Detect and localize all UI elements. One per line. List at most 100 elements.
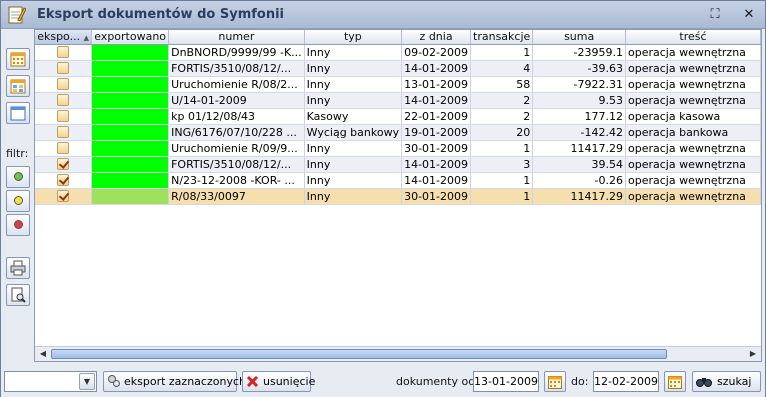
date-from-calendar-button[interactable] [544,371,566,392]
export-selected-button[interactable]: eksport zaznaczonych [103,371,246,392]
column-header-tresc[interactable]: treść [625,30,761,45]
scroll-left-icon[interactable]: ◀ [36,348,50,360]
export-checkbox-cell[interactable] [35,156,93,173]
tresc-cell: operacja kasowa [625,108,761,125]
column-header-transakcje[interactable]: transakcje [470,30,534,45]
date-from-field[interactable]: 13-01-2009 [473,371,539,392]
search-button[interactable]: szukaj [692,371,761,392]
export-checkbox-cell[interactable] [35,140,93,157]
suma-cell: -142.42 [532,124,626,141]
empty-row [35,330,761,346]
checkbox-unchecked[interactable] [57,61,70,74]
table-row[interactable]: FORTIS/3510/08/12/... Inny 14-01-2009 4 -39.… [35,60,761,77]
date-to-calendar-button[interactable] [664,371,686,392]
close-icon[interactable]: ✕ [741,7,757,23]
empty-cell [471,283,533,299]
empty-cell [169,299,305,315]
print-button[interactable] [6,257,30,279]
transakcje-cell: 20 [470,124,534,141]
filter-yellow-button[interactable] [6,190,30,212]
table-row[interactable]: FORTIS/3510/08/12/... Inny 14-01-2009 3 39.5… [35,156,761,173]
export-checkbox-cell[interactable] [35,76,93,93]
column-header-eksport[interactable]: ekspo... ▲ [35,30,93,45]
empty-cell [626,315,761,331]
checkbox-unchecked[interactable] [57,109,70,122]
empty-cell [35,204,92,220]
chevron-down-icon[interactable]: ▼ [79,373,95,390]
empty-cell [402,236,471,252]
table-row[interactable]: DnBNORD/9999/99 -K... Inny 09-02-2009 1 -239… [35,44,761,61]
transakcje-cell: 58 [470,76,534,93]
checkbox-unchecked[interactable] [57,125,70,138]
checkbox-checked[interactable] [57,189,70,202]
export-window: Eksport dokumentów do Symfonii ⛶ ✕ filtr… [0,0,766,397]
empty-cell [169,204,305,220]
green-led-icon [14,172,23,181]
empty-row [35,267,761,283]
empty-cell [402,299,471,315]
empty-cell [626,299,761,315]
export-checkbox-cell[interactable] [35,108,93,125]
exported-status-cell [91,188,170,205]
transakcje-cell: 1 [470,172,534,189]
export-checkbox-cell[interactable] [35,172,93,189]
checkbox-unchecked[interactable] [57,93,70,106]
empty-cell [471,299,533,315]
documents-grid[interactable]: ekspo... ▲ exportowano numer typ z dnia … [34,29,762,362]
empty-cell [626,220,761,236]
column-header-exportowano[interactable]: exportowano [91,30,170,45]
empty-row [35,204,761,220]
suma-cell: 177.12 [532,108,626,125]
exported-status-cell [91,60,170,77]
checkbox-checked[interactable] [57,157,70,170]
restore-icon[interactable]: ⛶ [707,7,723,23]
table-row[interactable]: Uruchomienie R/09/9... Inny 30-01-2009 1 114… [35,140,761,157]
from-label: dokumenty od: [396,375,479,388]
filter-green-button[interactable] [6,166,30,188]
delete-button[interactable]: usunięcie [242,371,315,392]
checkbox-unchecked[interactable] [57,45,70,58]
checkbox-unchecked[interactable] [57,141,70,154]
export-checkbox-cell[interactable] [35,124,93,141]
export-checkbox-cell[interactable] [35,60,93,77]
typ-cell: Inny [304,76,403,93]
horizontal-scrollbar[interactable]: ◀ ▶ [35,346,761,361]
column-header-typ[interactable]: typ [304,30,403,45]
table-row[interactable]: N/23-12-2008 -KOR- ... Inny 14-01-2009 1 -0.… [35,172,761,189]
export-checkbox-cell[interactable] [35,92,93,109]
table-row[interactable]: kp 01/12/08/43 Kasowy 22-01-2009 2 177.12 ope… [35,108,761,125]
empty-cell [304,220,401,236]
calendar-button[interactable] [6,48,30,70]
export-checkbox-cell[interactable] [35,44,93,61]
checkbox-unchecked[interactable] [57,77,70,90]
grid-button[interactable] [6,75,30,97]
empty-cell [471,251,533,267]
scrollbar-thumb[interactable] [51,349,667,359]
column-header-suma[interactable]: suma [532,30,626,45]
table-row[interactable]: ING/6176/07/10/228 ... Wyciąg bankowy 19-0… [35,124,761,141]
empty-cell [169,315,305,331]
scroll-right-icon[interactable]: ▶ [746,348,760,360]
empty-cell [471,220,533,236]
table-row[interactable]: Uruchomienie R/08/2... Inny 13-01-2009 58 -7… [35,76,761,93]
action-combo[interactable]: ▼ [4,371,97,392]
print-preview-button[interactable] [6,284,30,306]
transakcje-cell: 1 [470,44,534,61]
checkbox-checked[interactable] [57,173,70,186]
empty-cell [35,299,92,315]
window-button[interactable] [6,102,30,124]
table-row[interactable]: R/08/33/0097 Inny 30-01-2009 1 11417.29 opera… [35,188,761,205]
date-to-field[interactable]: 12-02-2009 [593,371,659,392]
empty-cell [92,220,169,236]
tresc-cell: operacja wewnętrzna [625,60,761,77]
red-led-icon [14,220,23,229]
empty-cell [304,330,401,346]
table-row[interactable]: U/14-01-2009 Inny 14-01-2009 2 9.53 operacja … [35,92,761,109]
filter-red-button[interactable] [6,214,30,236]
export-checkbox-cell[interactable] [35,188,93,205]
column-header-numer[interactable]: numer [168,30,305,45]
title-bar[interactable]: Eksport dokumentów do Symfonii ⛶ ✕ [1,1,765,29]
column-header-z-dnia[interactable]: z dnia [401,30,472,45]
empty-cell [169,220,305,236]
empty-cell [92,204,169,220]
